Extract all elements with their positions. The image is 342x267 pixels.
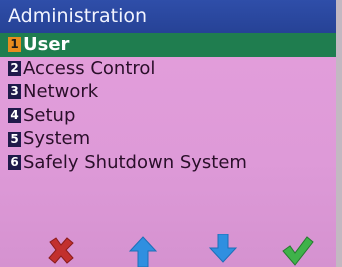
menu-item-access-control[interactable]: 2 Access Control — [0, 57, 336, 81]
menu-item-label: Safely Shutdown System — [23, 151, 247, 173]
menu-item-number-badge: 5 — [8, 131, 21, 147]
window-title: Administration — [0, 0, 336, 33]
admin-menu: 1 User 2 Access Control 3 Network 4 Setu… — [0, 33, 336, 175]
cancel-x-icon — [48, 237, 74, 264]
menu-item-user[interactable]: 1 User — [0, 33, 336, 57]
arrow-up-icon — [128, 236, 158, 267]
menu-item-number-badge: 2 — [8, 60, 21, 76]
confirm-check-icon — [282, 236, 314, 266]
arrow-down-icon — [208, 234, 238, 263]
confirm-button[interactable] — [280, 234, 314, 267]
menu-item-network[interactable]: 3 Network — [0, 80, 336, 104]
menu-item-system[interactable]: 5 System — [0, 127, 336, 151]
menu-item-number-badge: 1 — [8, 37, 21, 53]
menu-item-setup[interactable]: 4 Setup — [0, 104, 336, 128]
softkey-bar — [0, 232, 336, 267]
move-down-button[interactable] — [206, 234, 240, 267]
move-up-button[interactable] — [126, 234, 160, 267]
menu-item-number-badge: 6 — [8, 155, 21, 171]
cancel-button[interactable] — [44, 234, 78, 267]
menu-item-label: Network — [23, 81, 99, 103]
menu-item-number-badge: 3 — [8, 84, 21, 100]
menu-item-number-badge: 4 — [8, 108, 21, 124]
menu-item-label: System — [23, 128, 91, 150]
menu-item-safely-shutdown-system[interactable]: 6 Safely Shutdown System — [0, 151, 336, 175]
menu-item-label: User — [23, 34, 70, 55]
menu-item-label: Access Control — [23, 57, 156, 79]
menu-item-label: Setup — [23, 104, 76, 126]
device-screen: Administration 1 User 2 Access Control 3… — [0, 0, 342, 267]
